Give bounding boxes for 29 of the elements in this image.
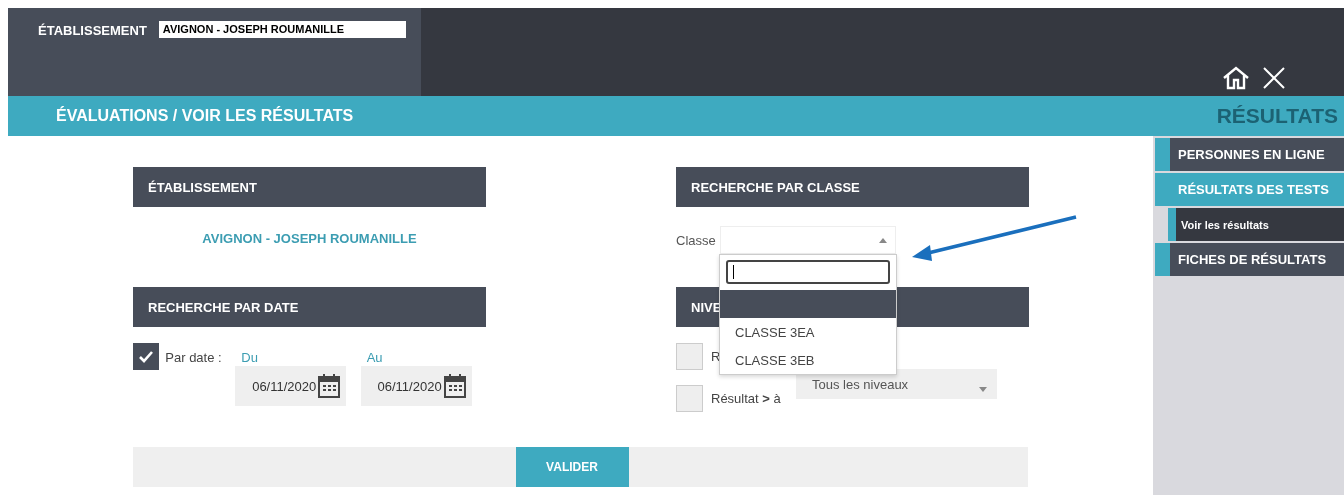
- section-title: RÉSULTATS: [1216, 104, 1338, 128]
- from-label: Du: [241, 350, 259, 366]
- class-label: Classe: [676, 232, 716, 248]
- establishment-field[interactable]: AVIGNON - JOSEPH ROUMANILLE: [158, 21, 406, 38]
- panel-header: RECHERCHE PAR DATE: [133, 287, 486, 327]
- calendar-icon[interactable]: [443, 374, 466, 398]
- panel-header: RECHERCHE PAR CLASSE: [676, 167, 1029, 207]
- sidebar-item[interactable]: FICHES DE RÉSULTATS: [1155, 243, 1344, 276]
- date-field[interactable]: 06/11/2020: [360, 366, 472, 406]
- establishment-name: AVIGNON - JOSEPH ROUMANILLE: [202, 231, 417, 246]
- caret-icon: [878, 237, 887, 243]
- establishment-label: ÉTABLISSEMENT: [38, 23, 147, 38]
- checkbox-label: Par date :: [165, 350, 223, 365]
- sidebar-subitem[interactable]: Voir les résultats: [1168, 208, 1344, 241]
- to-label: Au: [366, 350, 384, 366]
- page-title: ÉVALUATIONS / VOIR LES RÉSULTATS: [56, 107, 354, 125]
- checkbox-label: R: [711, 349, 721, 364]
- checkmark-icon: [138, 349, 155, 364]
- search-field[interactable]: [726, 260, 890, 284]
- home-icon[interactable]: [1222, 66, 1250, 90]
- date-field[interactable]: 06/11/2020: [235, 366, 347, 406]
- checkbox-label: Résultat > à: [711, 391, 781, 406]
- caret-icon: [979, 387, 987, 392]
- calendar-icon[interactable]: [318, 374, 341, 398]
- close-icon[interactable]: [1262, 66, 1286, 90]
- panel-header: ÉTABLISSEMENT: [133, 167, 486, 207]
- checkbox[interactable]: [133, 343, 160, 370]
- sidebar-item[interactable]: PERSONNES EN LIGNE: [1155, 138, 1344, 171]
- level-select[interactable]: Tous les niveaux: [796, 369, 997, 399]
